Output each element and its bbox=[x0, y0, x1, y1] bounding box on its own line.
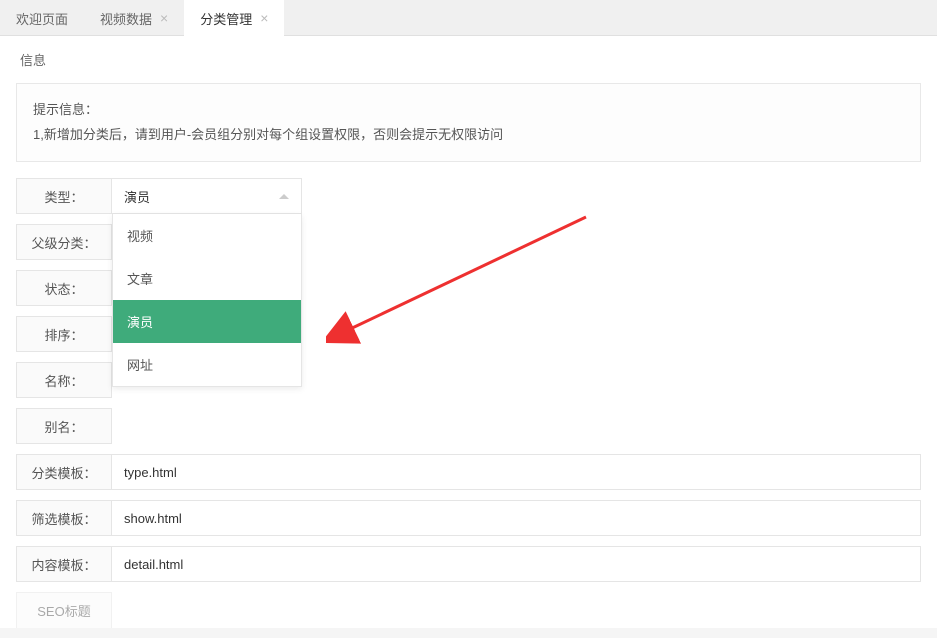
dropdown-option-article[interactable]: 文章 bbox=[113, 257, 301, 300]
tab-label: 分类管理 bbox=[200, 9, 252, 28]
input-filter-tpl[interactable] bbox=[124, 511, 908, 526]
select-type-wrap: 演员 视频 文章 演员 网址 bbox=[112, 178, 302, 214]
dropdown-option-actor[interactable]: 演员 bbox=[113, 300, 301, 343]
row-type-tpl: 分类模板： bbox=[16, 454, 921, 490]
tab-video-data[interactable]: 视频数据 × bbox=[84, 0, 184, 36]
label-type: 类型： bbox=[16, 178, 112, 214]
hint-box: 提示信息： 1,新增加分类后，请到用户-会员组分别对每个组设置权限，否则会提示无… bbox=[16, 83, 921, 162]
dropdown-type: 视频 文章 演员 网址 bbox=[112, 214, 302, 387]
row-alias: 别名： bbox=[16, 408, 921, 444]
select-type[interactable]: 演员 bbox=[112, 178, 302, 214]
field-filter-tpl bbox=[112, 500, 921, 536]
tab-category-manage[interactable]: 分类管理 × bbox=[184, 0, 284, 36]
label-content-tpl: 内容模板： bbox=[16, 546, 112, 582]
label-alias: 别名： bbox=[16, 408, 112, 444]
label-parent: 父级分类： bbox=[16, 224, 112, 260]
tab-label: 欢迎页面 bbox=[16, 9, 68, 28]
hint-line: 1,新增加分类后，请到用户-会员组分别对每个组设置权限，否则会提示无权限访问 bbox=[33, 123, 904, 148]
dropdown-option-video[interactable]: 视频 bbox=[113, 214, 301, 257]
tab-welcome[interactable]: 欢迎页面 bbox=[0, 0, 84, 36]
input-type-tpl[interactable] bbox=[124, 465, 908, 480]
label-name: 名称： bbox=[16, 362, 112, 398]
label-type-tpl: 分类模板： bbox=[16, 454, 112, 490]
row-filter-tpl: 筛选模板： bbox=[16, 500, 921, 536]
field-type-tpl bbox=[112, 454, 921, 490]
close-icon[interactable]: × bbox=[160, 10, 168, 26]
row-type: 类型： 演员 视频 文章 演员 网址 bbox=[16, 178, 921, 214]
label-status: 状态： bbox=[16, 270, 112, 306]
tab-label: 视频数据 bbox=[100, 9, 152, 28]
select-value: 演员 bbox=[124, 187, 150, 206]
label-sort: 排序： bbox=[16, 316, 112, 352]
close-icon[interactable]: × bbox=[260, 10, 268, 26]
label-filter-tpl: 筛选模板： bbox=[16, 500, 112, 536]
field-content-tpl bbox=[112, 546, 921, 582]
section-title: 信息 bbox=[0, 36, 937, 83]
content-panel: 信息 提示信息： 1,新增加分类后，请到用户-会员组分别对每个组设置权限，否则会… bbox=[0, 36, 937, 628]
dropdown-option-url[interactable]: 网址 bbox=[113, 343, 301, 386]
hint-title: 提示信息： bbox=[33, 98, 904, 123]
row-content-tpl: 内容模板： bbox=[16, 546, 921, 582]
input-content-tpl[interactable] bbox=[124, 557, 908, 572]
chevron-up-icon bbox=[279, 194, 289, 199]
form: 类型： 演员 视频 文章 演员 网址 bbox=[0, 178, 937, 628]
tab-bar: 欢迎页面 视频数据 × 分类管理 × bbox=[0, 0, 937, 36]
